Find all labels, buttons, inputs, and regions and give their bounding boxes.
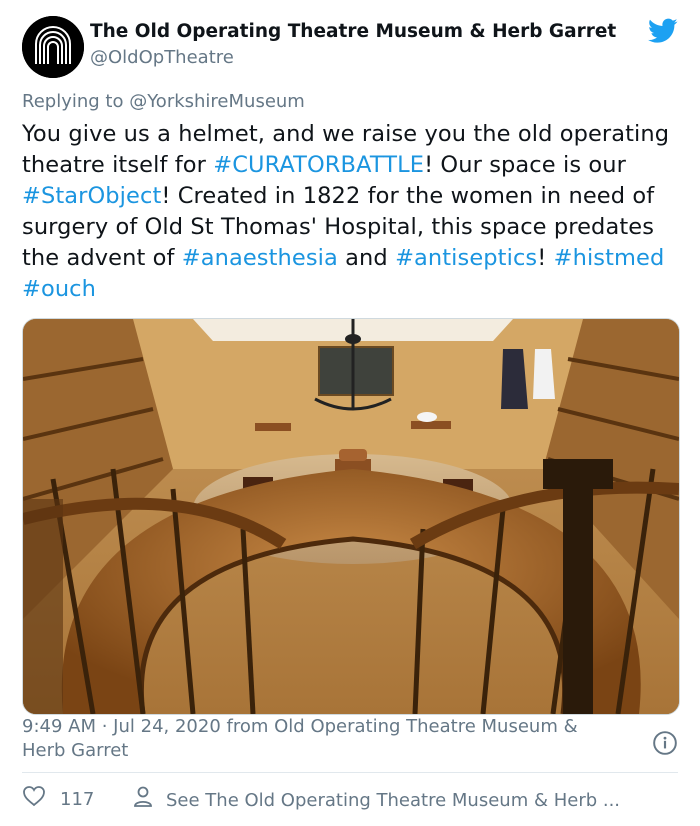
person-icon <box>132 785 154 817</box>
avatar[interactable] <box>22 16 84 78</box>
user-handle[interactable]: @OldOpTheatre <box>90 46 616 70</box>
info-icon[interactable] <box>652 730 678 760</box>
hashtag-link[interactable]: #ouch <box>22 276 96 302</box>
tweet-text-segment: ! <box>537 245 554 271</box>
hashtag-link[interactable]: #StarObject <box>22 183 161 209</box>
tweet-header: The Old Operating Theatre Museum & Herb … <box>22 16 682 78</box>
meta-separator: · <box>96 716 114 737</box>
tweet-text-segment: and <box>337 245 396 271</box>
tweet-text-segment: ! Our space is our <box>424 152 626 178</box>
twitter-bird-icon[interactable] <box>648 18 678 48</box>
replying-label: Replying to <box>22 91 130 112</box>
tweet-actions: 117 See The Old Operating Theatre Museum… <box>22 785 678 811</box>
see-more-text: See The Old Operating Theatre Museum & H… <box>166 790 621 811</box>
hashtag-link[interactable]: #anaesthesia <box>182 245 338 271</box>
like-button[interactable]: 117 <box>22 785 94 815</box>
replying-to-handle[interactable]: @YorkshireMuseum <box>129 91 305 112</box>
name-block: The Old Operating Theatre Museum & Herb … <box>90 20 616 70</box>
replying-to: Replying to @YorkshireMuseum <box>22 90 305 114</box>
display-name[interactable]: The Old Operating Theatre Museum & Herb … <box>90 20 616 44</box>
tweet-card: The Old Operating Theatre Museum & Herb … <box>0 0 700 826</box>
tweet-photo[interactable] <box>22 318 680 715</box>
like-count: 117 <box>60 789 95 810</box>
tweet-meta: 9:49 AM · Jul 24, 2020 from Old Operatin… <box>22 715 622 763</box>
heart-icon <box>22 785 46 815</box>
tweet-date[interactable]: Jul 24, 2020 <box>113 716 221 737</box>
tweet-time[interactable]: 9:49 AM <box>22 716 96 737</box>
hashtag-link[interactable]: #histmed <box>554 245 665 271</box>
source-prefix: from <box>220 716 275 737</box>
see-more-link[interactable]: See The Old Operating Theatre Museum & H… <box>132 785 620 817</box>
hashtag-link[interactable]: #antiseptics <box>395 245 537 271</box>
hashtag-link[interactable]: #CURATORBATTLE <box>213 152 424 178</box>
tweet-text: You give us a helmet, and we raise you t… <box>22 119 682 305</box>
divider <box>22 772 678 773</box>
